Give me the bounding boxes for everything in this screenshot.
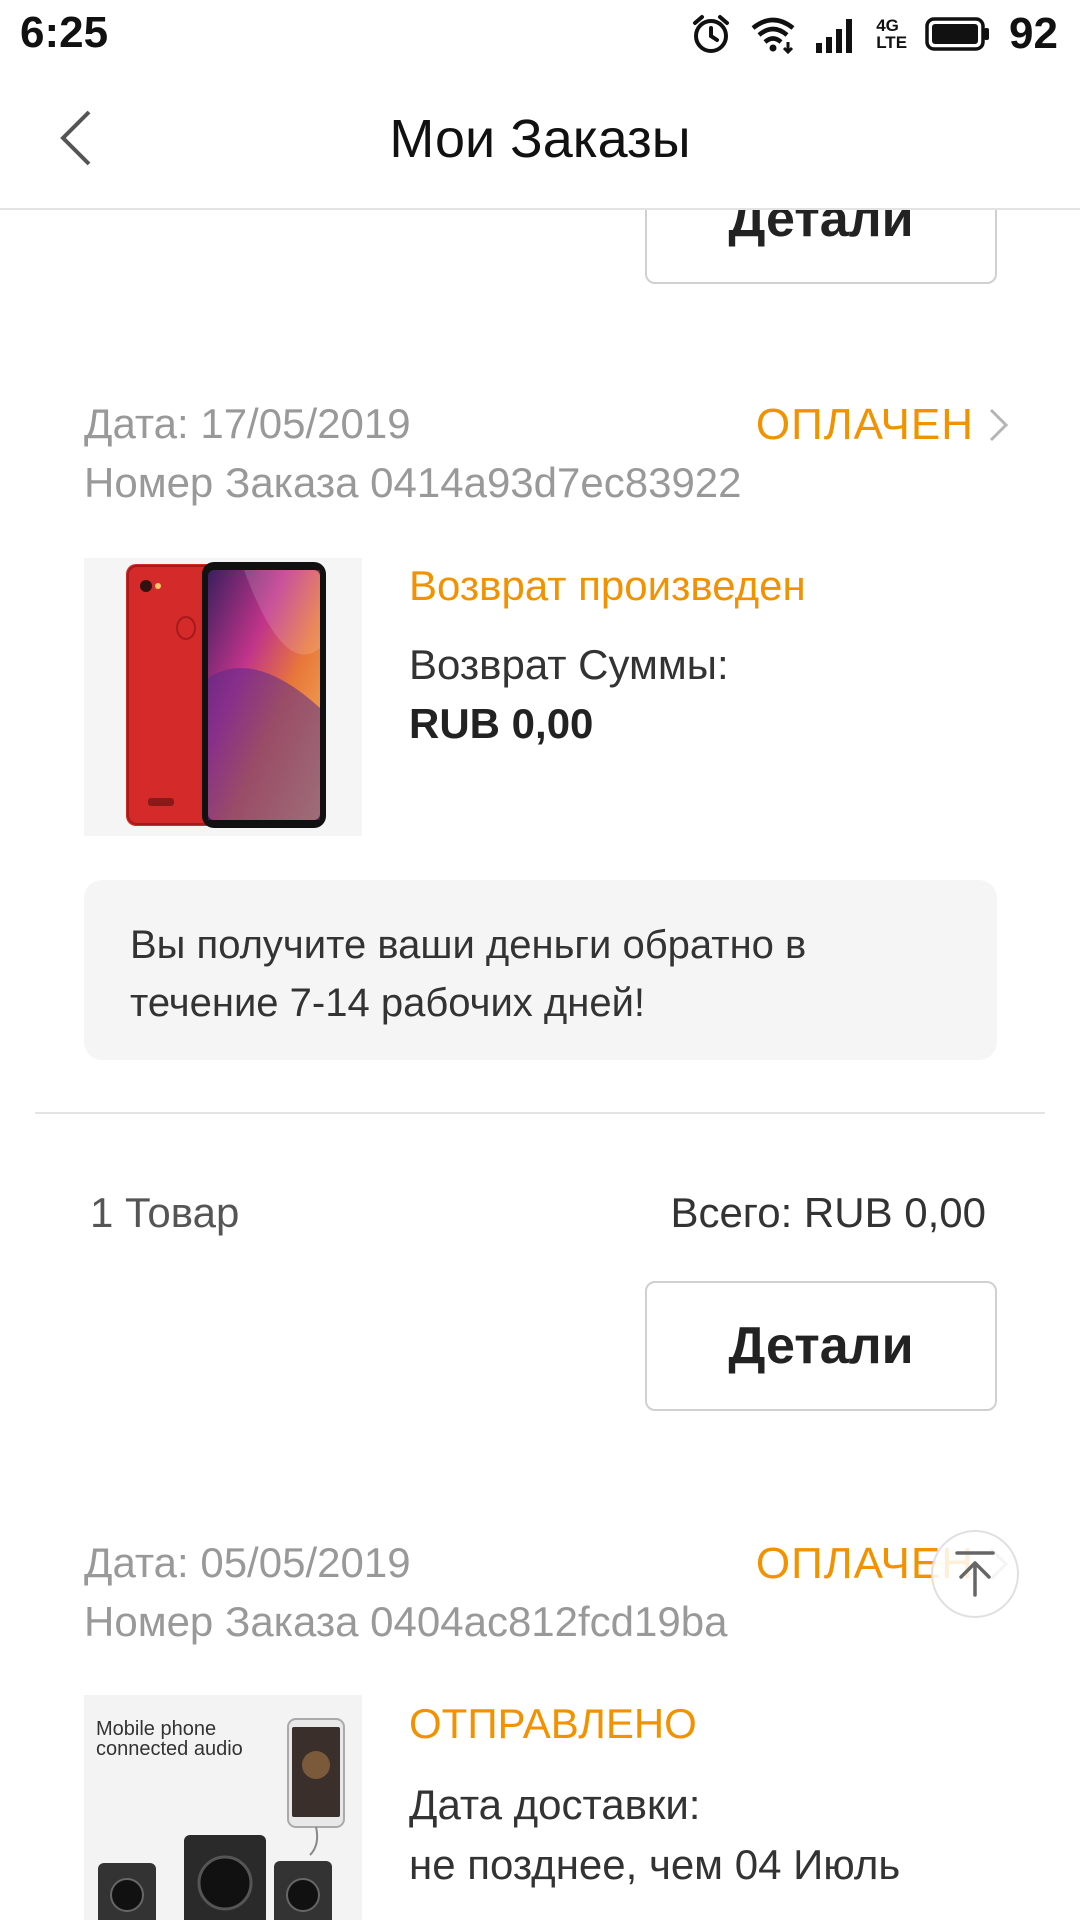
divider	[35, 1112, 1045, 1114]
speaker-system-image	[98, 1718, 345, 1920]
order-number: Номер Заказа 0414a93d7ec83922	[84, 459, 742, 506]
chevron-right-icon	[989, 408, 1009, 442]
arrow-up-to-line-icon	[955, 1551, 995, 1597]
refund-label: Возврат Суммы:	[409, 641, 729, 688]
network-type: 4G LTE	[876, 17, 907, 51]
item-status: Возврат произведен	[409, 562, 806, 609]
alarm-clock-icon	[693, 15, 730, 53]
item-count: 1 Товар	[90, 1189, 240, 1236]
battery-icon	[925, 17, 990, 51]
item-status: ОТПРАВЛЕНО	[409, 1700, 697, 1747]
status-icons: 4G LTE 92	[690, 8, 1058, 60]
scroll-to-top-button[interactable]	[931, 1530, 1019, 1618]
page-title: Мои Заказы	[389, 109, 691, 169]
network-type-top: 4G	[876, 16, 899, 35]
product-image[interactable]: Mobile phone connected audio	[84, 1695, 362, 1920]
network-type-bottom: LTE	[876, 33, 908, 52]
order-status: ОПЛАЧЕН	[755, 400, 974, 449]
signal-icon	[816, 19, 853, 53]
details-button[interactable]: Детали	[645, 1281, 997, 1411]
delivery-value: не позднее, чем 04 Июль	[409, 1841, 901, 1888]
wifi-icon	[751, 17, 795, 54]
app-header: Мои Заказы	[0, 68, 1080, 210]
product-image[interactable]	[84, 558, 362, 836]
order-date: Дата: 17/05/2019	[84, 400, 411, 447]
order-number: Номер Заказа 0404ac812fcd19ba	[84, 1598, 728, 1645]
order-total: Всего: RUB 0,00	[670, 1189, 986, 1236]
order-date: Дата: 05/05/2019	[84, 1539, 411, 1586]
orders-list[interactable]: Детали Дата: 17/05/2019 Номер Заказа 041…	[0, 210, 1080, 1920]
refund-notice: Вы получите ваши деньги обратно в течени…	[84, 880, 997, 1060]
battery-percent: 92	[1009, 9, 1058, 58]
status-bar: 6:25 4G LTE 92	[0, 0, 1080, 68]
order-status-link[interactable]: ОПЛАЧЕН	[756, 400, 1010, 450]
details-button[interactable]: Детали	[645, 210, 997, 284]
delivery-label: Дата доставки:	[409, 1781, 701, 1828]
status-time: 6:25	[20, 8, 109, 57]
refund-amount: RUB 0,00	[409, 700, 594, 747]
smartphone-image	[84, 558, 362, 836]
